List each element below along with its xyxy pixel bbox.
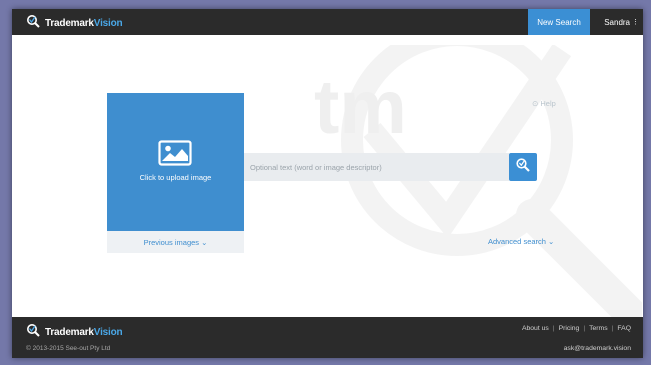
footer: TrademarkVision © 2013-2015 See-out Pty … xyxy=(12,317,643,358)
watermark-text: tm xyxy=(314,65,407,150)
user-name: Sandra xyxy=(604,17,630,27)
menu-dots-icon: ⋮ xyxy=(632,19,639,26)
app-window: TrademarkVision New Search Sandra ⋮ tm C… xyxy=(12,9,643,358)
user-menu[interactable]: Sandra ⋮ xyxy=(594,9,639,35)
link-separator: | xyxy=(583,325,586,332)
main-content: tm Click to upload image Previous images… xyxy=(12,35,643,317)
magnifier-logo-icon xyxy=(26,14,42,33)
previous-images-toggle[interactable]: Previous images ⌄ xyxy=(107,231,244,253)
search-text-input[interactable] xyxy=(244,153,509,181)
upload-image-dropzone[interactable]: Click to upload image xyxy=(107,93,244,231)
help-link[interactable]: ⊙ Help xyxy=(532,99,556,108)
link-separator: | xyxy=(552,325,555,332)
logo-wordmark: TrademarkVision xyxy=(45,18,123,29)
copyright-text: © 2013-2015 See-out Pty Ltd xyxy=(26,345,111,352)
magnifier-logo-icon xyxy=(26,323,42,342)
top-navbar: TrademarkVision New Search Sandra ⋮ xyxy=(12,9,643,35)
search-button[interactable] xyxy=(509,153,537,181)
search-icon xyxy=(515,157,531,178)
footer-logo-text-trademark: Trademark xyxy=(45,327,94,338)
upload-image-label: Click to upload image xyxy=(139,173,212,182)
watermark-logo: tm xyxy=(314,45,642,317)
about-us-link[interactable]: About us xyxy=(522,325,549,332)
footer-links: About us | Pricing | Terms | FAQ xyxy=(522,325,631,332)
faq-link[interactable]: FAQ xyxy=(617,325,631,332)
logo-text-trademark: Trademark xyxy=(45,18,94,29)
advanced-search-toggle[interactable]: Advanced search ⌄ xyxy=(488,237,554,246)
header-logo[interactable]: TrademarkVision xyxy=(26,14,123,33)
logo-text-vision: Vision xyxy=(93,18,123,29)
contact-email-link[interactable]: ask@trademark.vision xyxy=(564,345,631,352)
footer-logo: TrademarkVision xyxy=(26,323,123,342)
footer-logo-wordmark: TrademarkVision xyxy=(45,327,123,338)
footer-logo-text-vision: Vision xyxy=(93,327,123,338)
terms-link[interactable]: Terms xyxy=(589,325,608,332)
image-icon xyxy=(158,140,192,171)
link-separator: | xyxy=(611,325,614,332)
pricing-link[interactable]: Pricing xyxy=(559,325,580,332)
new-search-button[interactable]: New Search xyxy=(528,9,590,35)
